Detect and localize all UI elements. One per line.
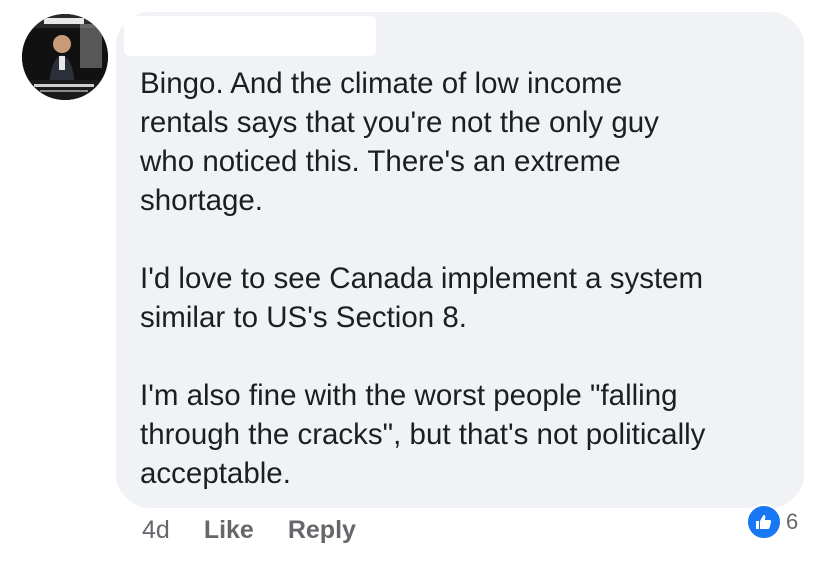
reply-button[interactable]: Reply [288,516,356,545]
avatar[interactable] [22,14,108,100]
comment-timestamp[interactable]: 4d [142,516,170,545]
thumbs-up-icon [746,504,782,540]
comment-paragraph: I'd love to see Canada implement a syste… [140,262,704,334]
reaction-count: 6 [786,509,799,534]
redacted-author-name [124,16,376,56]
comment-actions: 4d Like Reply [142,516,390,545]
like-button[interactable]: Like [204,516,254,545]
reaction-summary[interactable]: 6 [746,504,799,540]
comment-text: Bingo. And the climate of low income ren… [140,64,790,493]
avatar-image [22,14,108,100]
comment-container: Bingo. And the climate of low income ren… [0,0,828,566]
comment-paragraph: Bingo. And the climate of low income ren… [140,67,659,217]
comment-paragraph: I'm also fine with the worst people "fal… [140,379,706,490]
